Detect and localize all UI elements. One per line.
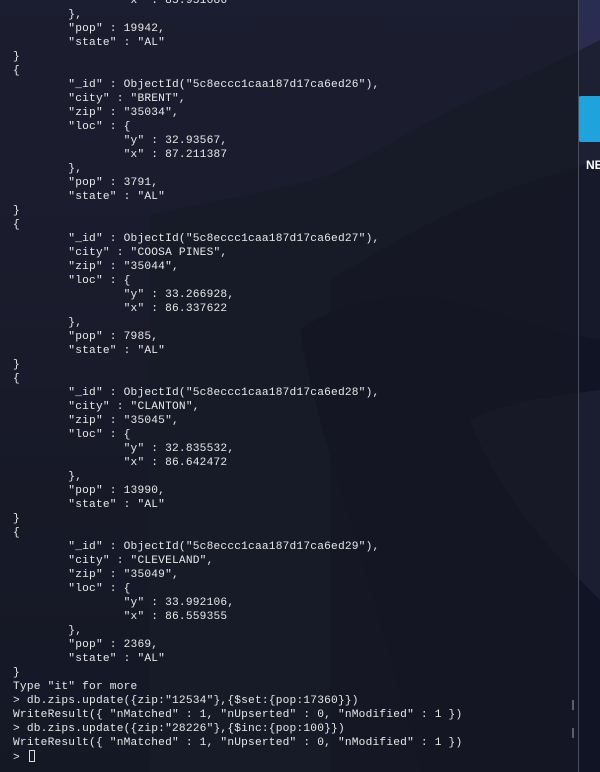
terminal-line: "pop" : 7985, [13,331,159,343]
terminal-line: "x" : 86.337622 [13,303,228,315]
text-cursor [28,750,35,762]
terminal-line: { [13,373,20,385]
terminal-line: } [13,205,20,217]
terminal-line: "state" : "AL" [13,191,166,203]
terminal-line: "zip" : "35044", [13,261,179,273]
terminal-line: { [13,219,20,231]
scroll-marker [572,728,574,738]
terminal-line: "y" : 32.835532, [13,443,235,455]
terminal-line: "_id" : ObjectId("5c8eccc1caa187d17ca6ed… [13,387,380,399]
terminal-line: > db.zips.update({zip:"28226"},{$inc:{po… [13,723,345,735]
terminal-line: "city" : "BRENT", [13,93,186,105]
terminal-line: "loc" : { [13,429,131,441]
terminal-line: "_id" : ObjectId("5c8eccc1caa187d17ca6ed… [13,79,380,91]
terminal-line: "pop" : 19942, [13,23,166,35]
terminal-line: } [13,513,20,525]
terminal-line: "state" : "AL" [13,37,166,49]
folder-icon[interactable] [578,96,600,142]
terminal-line: > db.zips.update({zip:"12534"},{$set:{po… [13,695,359,707]
terminal-line: "x" : 85.951086 [13,0,228,7]
terminal-line: "state" : "AL" [13,345,166,357]
terminal-line: }, [13,471,83,483]
terminal-line: "state" : "AL" [13,653,166,665]
terminal-line: } [13,667,20,679]
terminal-line: }, [13,9,83,21]
terminal-line: "x" : 86.559355 [13,611,228,623]
scroll-marker [572,700,574,710]
terminal-line: "pop" : 13990, [13,485,166,497]
terminal-line: "_id" : ObjectId("5c8eccc1caa187d17ca6ed… [13,233,380,245]
terminal-line: }, [13,163,83,175]
terminal-line: "x" : 87.211387 [13,149,228,161]
terminal-line: { [13,527,20,539]
terminal-line: }, [13,317,83,329]
terminal-line: "zip" : "35049", [13,569,179,581]
terminal-line: } [13,359,20,371]
terminal-line: "loc" : { [13,121,131,133]
terminal-window[interactable]: "x" : 85.951086 }, "pop" : 19942, "state… [0,0,579,772]
terminal-line: }, [13,625,83,637]
terminal-line: "city" : "CLANTON", [13,401,200,413]
terminal-line: "loc" : { [13,275,131,287]
terminal-line: WriteResult({ "nMatched" : 1, "nUpserted… [13,709,463,721]
terminal-line: "city" : "COOSA PINES", [13,247,228,259]
terminal-output: "x" : 85.951086 }, "pop" : 19942, "state… [13,0,462,764]
command-prompt-line[interactable]: > [13,750,462,764]
terminal-line: "loc" : { [13,583,131,595]
terminal-line: "y" : 33.266928, [13,289,235,301]
terminal-line: "zip" : "35045", [13,415,179,427]
terminal-line: "x" : 86.642472 [13,457,228,469]
terminal-line: Type "it" for more [13,681,138,693]
terminal-line: "city" : "CLEVELAND", [13,555,214,567]
prompt-symbol: > [13,752,27,764]
terminal-line: "_id" : ObjectId("5c8eccc1caa187d17ca6ed… [13,541,380,553]
terminal-line: } [13,51,20,63]
terminal-line: "y" : 33.992106, [13,597,235,609]
terminal-line: "state" : "AL" [13,499,166,511]
folder-label[interactable]: NE [586,158,600,172]
terminal-line: "zip" : "35034", [13,107,179,119]
terminal-line: WriteResult({ "nMatched" : 1, "nUpserted… [13,737,463,749]
terminal-line: { [13,65,20,77]
terminal-line: "pop" : 3791, [13,177,159,189]
terminal-line: "y" : 32.93567, [13,135,228,147]
terminal-line: "pop" : 2369, [13,639,159,651]
